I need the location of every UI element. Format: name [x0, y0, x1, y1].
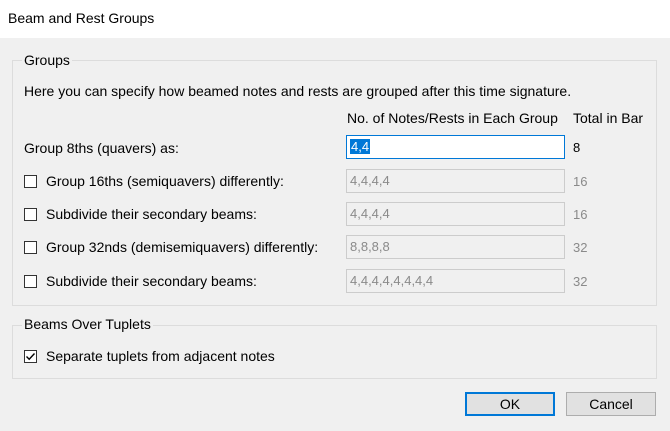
groups-legend: Groups [22, 52, 72, 68]
group-32nds-input: 8,8,8,8 [346, 235, 565, 259]
subdivide-16ths-total: 16 [573, 207, 588, 222]
column-header-notes: No. of Notes/Rests in Each Group [347, 110, 558, 126]
group-32nds-input-value: 8,8,8,8 [350, 239, 390, 254]
group-32nds-label[interactable]: Group 32nds (demisemiquavers) differentl… [46, 239, 318, 255]
subdivide-32nds-checkbox[interactable] [24, 275, 37, 288]
tuplets-legend: Beams Over Tuplets [22, 316, 153, 332]
subdivide-16ths-input-value: 4,4,4,4 [350, 206, 390, 221]
window-title: Beam and Rest Groups [8, 10, 155, 26]
subdivide-16ths-label[interactable]: Subdivide their secondary beams: [46, 206, 257, 222]
group-16ths-label[interactable]: Group 16ths (semiquavers) differently: [46, 173, 284, 189]
groups-description: Here you can specify how beamed notes an… [24, 83, 572, 99]
group-16ths-checkbox[interactable] [24, 175, 37, 188]
group-8ths-total: 8 [573, 140, 581, 155]
subdivide-32nds-label[interactable]: Subdivide their secondary beams: [46, 273, 257, 289]
column-header-total: Total in Bar [573, 110, 644, 126]
separate-tuplets-checkbox[interactable] [24, 350, 37, 363]
checkmark-icon [26, 353, 36, 361]
subdivide-16ths-checkbox[interactable] [24, 208, 37, 221]
ok-button[interactable]: OK [465, 392, 555, 416]
group-32nds-checkbox[interactable] [24, 241, 37, 254]
title-bar: Beam and Rest Groups [0, 0, 670, 38]
group-32nds-total: 32 [573, 240, 588, 255]
group-8ths-input[interactable]: 4,4 [346, 135, 565, 159]
group-16ths-total: 16 [573, 174, 588, 189]
subdivide-32nds-input: 4,4,4,4,4,4,4,4 [346, 269, 565, 293]
group-16ths-input: 4,4,4,4 [346, 169, 565, 193]
group-8ths-label: Group 8ths (quavers) as: [24, 140, 179, 156]
subdivide-32nds-total: 32 [573, 274, 588, 289]
group-16ths-input-value: 4,4,4,4 [350, 173, 390, 188]
subdivide-32nds-input-value: 4,4,4,4,4,4,4,4 [350, 273, 434, 288]
cancel-button[interactable]: Cancel [566, 392, 656, 416]
group-8ths-input-value: 4,4 [350, 139, 371, 154]
subdivide-16ths-input: 4,4,4,4 [346, 202, 565, 226]
separate-tuplets-label[interactable]: Separate tuplets from adjacent notes [46, 348, 275, 364]
